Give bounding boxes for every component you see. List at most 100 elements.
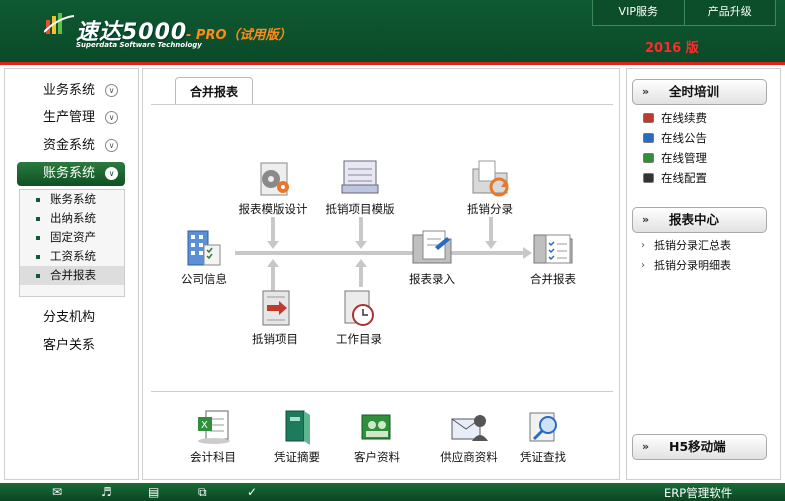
flow-line — [359, 265, 363, 287]
menu-branch[interactable]: 分支机构 — [5, 306, 140, 330]
folder-document-icon — [412, 230, 452, 264]
flow-line — [235, 251, 523, 255]
link-label: 抵销分录汇总表 — [654, 239, 731, 252]
menu-crm[interactable]: 客户关系 — [5, 334, 140, 358]
training-button[interactable]: » 全时培训 — [632, 79, 767, 105]
chevron-right-icon: › — [641, 260, 645, 271]
logo-icon — [44, 13, 74, 34]
magnifier-document-icon — [529, 412, 557, 442]
check-icon[interactable]: ✓ — [247, 485, 257, 499]
mail-icon[interactable]: ✉ — [52, 485, 62, 499]
shortcut-chart-of-accounts[interactable]: X 会计科目 — [183, 407, 243, 465]
menu-business-system[interactable]: 业务系统 ∨ — [5, 79, 140, 103]
submenu-label: 合并报表 — [50, 268, 96, 282]
menu-funds[interactable]: 资金系统 ∨ — [5, 134, 140, 158]
bullet-icon — [36, 217, 40, 221]
gear-document-icon — [260, 162, 289, 196]
link-label: 抵销分录明细表 — [654, 259, 731, 272]
folder-checklist-icon — [533, 234, 573, 264]
submenu-item-accounting[interactable]: 账务系统 — [20, 190, 124, 209]
bullet-icon — [36, 236, 40, 240]
node-label: 抵销项目模版 — [325, 202, 395, 216]
clock-document-icon — [344, 290, 374, 326]
node-offset-template[interactable]: 抵销项目模版 — [321, 157, 399, 217]
double-chevron-icon: » — [642, 213, 650, 226]
chevron-down-icon: ∨ — [105, 111, 118, 124]
chevron-down-icon: ∨ — [105, 84, 118, 97]
link-online-manage[interactable]: 在线管理 — [639, 149, 707, 167]
submenu-item-consolidated-report[interactable]: 合并报表 — [20, 266, 124, 285]
node-offset-entry[interactable]: 抵销分录 — [459, 157, 521, 217]
double-chevron-icon: » — [642, 440, 650, 453]
shortcut-label: 供应商资料 — [440, 450, 498, 464]
node-report-template[interactable]: 报表模版设计 — [235, 157, 311, 217]
customer-people-icon — [361, 414, 391, 440]
top-button-group: VIP服务 产品升级 — [592, 0, 776, 26]
mobile-h5-button[interactable]: » H5移动端 — [632, 434, 767, 460]
menu-label: 业务系统 — [43, 83, 96, 98]
link-offset-summary[interactable]: › 抵销分录汇总表 — [639, 237, 731, 255]
bullet-icon — [36, 198, 40, 202]
node-label: 公司信息 — [181, 272, 227, 286]
tab-consolidated-report[interactable]: 合并报表 — [175, 77, 253, 105]
shortcut-supplier-data[interactable]: 供应商资料 — [433, 407, 505, 465]
footer-erp-label: ERP管理软件 — [664, 486, 733, 500]
submenu-label: 工资系统 — [50, 249, 96, 263]
node-work-catalog[interactable]: 工作目录 — [331, 287, 387, 347]
bullet-icon — [36, 274, 40, 278]
shortcut-label: 会计科目 — [190, 450, 236, 464]
link-label: 在线续费 — [661, 111, 707, 125]
sidebar: 业务系统 ∨ 生产管理 ∨ 资金系统 ∨ 账务系统 ∨ 账务系统 出纳系统 固定… — [4, 68, 139, 480]
book-icon — [643, 153, 654, 163]
flow-line — [489, 217, 493, 243]
menu-production[interactable]: 生产管理 ∨ — [5, 106, 140, 130]
product-upgrade-button[interactable]: 产品升级 — [685, 0, 776, 25]
node-company-info[interactable]: 公司信息 — [175, 225, 233, 287]
app-header: 速达5000 - PRO（试用版） Superdata Software Tec… — [0, 0, 785, 62]
node-label: 合并报表 — [530, 272, 576, 286]
node-report-entry[interactable]: 报表录入 — [401, 225, 463, 287]
menu-label: 客户关系 — [43, 338, 96, 353]
shortcut-label: 凭证查找 — [520, 450, 566, 464]
submenu-item-cashier[interactable]: 出纳系统 — [20, 209, 124, 228]
bullet-icon — [36, 255, 40, 259]
submenu-item-fixed-assets[interactable]: 固定资产 — [20, 228, 124, 247]
book-icon — [643, 113, 654, 123]
double-chevron-icon: » — [642, 85, 650, 98]
speaker-icon[interactable]: ♬ — [101, 485, 112, 499]
node-offset-item[interactable]: 抵销项目 — [243, 287, 307, 347]
report-center-button[interactable]: » 报表中心 — [632, 207, 767, 233]
book-icon — [643, 133, 654, 143]
link-online-notice[interactable]: 在线公告 — [639, 129, 707, 147]
report-center-title: 报表中心 — [669, 212, 720, 227]
header-divider — [0, 62, 785, 65]
menu-accounting[interactable]: 账务系统 ∨ — [17, 162, 125, 186]
shortcut-divider — [151, 391, 613, 392]
node-consolidated-report[interactable]: 合并报表 — [521, 225, 585, 287]
menu-label: 生产管理 — [43, 110, 96, 125]
submenu-label: 账务系统 — [50, 192, 96, 206]
training-title: 全时培训 — [669, 84, 720, 99]
svg-text:X: X — [201, 420, 208, 431]
vip-service-button[interactable]: VIP服务 — [593, 0, 685, 25]
link-online-config[interactable]: 在线配置 — [639, 169, 707, 187]
flow-arrow-down — [355, 241, 367, 249]
submenu-item-payroll[interactable]: 工资系统 — [20, 247, 124, 266]
template-book-icon — [341, 160, 379, 194]
link-label: 在线公告 — [661, 131, 707, 145]
flow-line — [271, 217, 275, 243]
right-panel: » 全时培训 在线续费 在线公告 在线管理 在线配置 » 报表中心 › 抵销分录汇… — [626, 68, 781, 480]
flow-line — [359, 217, 363, 243]
shortcut-voucher-summary[interactable]: 凭证摘要 — [267, 407, 327, 465]
book-icon[interactable]: ▤ — [148, 485, 159, 499]
shortcut-voucher-search[interactable]: 凭证查找 — [513, 407, 573, 465]
link-offset-detail[interactable]: › 抵销分录明细表 — [639, 257, 731, 275]
submenu-label: 固定资产 — [50, 230, 96, 244]
shortcut-customer-data[interactable]: 客户资料 — [347, 407, 407, 465]
node-label: 抵销分录 — [467, 202, 513, 216]
book-icon — [643, 173, 654, 183]
building-icon — [187, 230, 221, 266]
mobile-title: H5移动端 — [669, 439, 726, 454]
copy-icon[interactable]: ⧉ — [198, 485, 207, 500]
link-online-renew[interactable]: 在线续费 — [639, 109, 707, 127]
